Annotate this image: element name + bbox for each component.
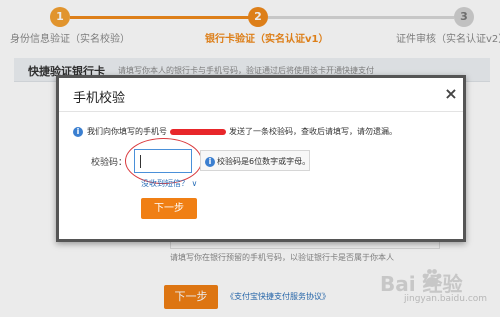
notice-prefix: 我们向你填写的手机号	[87, 127, 167, 136]
no-sms-link[interactable]: 没收到短信？ ∨	[141, 178, 197, 189]
info-icon: i	[205, 156, 215, 167]
no-sms-text: 没收到短信？	[141, 179, 189, 188]
modal-title: 手机校验	[73, 91, 126, 106]
page: 1 2 3 身份信息验证（实名校验） 银行卡验证（实名认证v1） 证件审核（实名…	[0, 0, 500, 317]
close-icon[interactable]: ×	[443, 84, 459, 103]
phone-verify-modal: 手机校验 × i 我们向你填写的手机号 发送了一条校验码，查收后请填写，请勿遗漏。 …	[56, 75, 466, 242]
notice-suffix: 发送了一条校验码，查收后请填写，请勿遗漏。	[229, 127, 397, 136]
text-caret	[140, 155, 141, 168]
info-icon: i	[73, 126, 83, 137]
code-format-tip: i 校验码是6位数字或字母。	[200, 150, 310, 171]
sms-sent-notice: i 我们向你填写的手机号 发送了一条校验码，查收后请填写，请勿遗漏。	[73, 121, 397, 137]
chevron-down-icon: ∨	[191, 179, 198, 188]
modal-divider	[59, 111, 463, 112]
code-format-tip-text: 校验码是6位数字或字母。	[217, 157, 311, 166]
verification-code-input[interactable]	[134, 149, 192, 173]
redacted-phone-mark	[170, 128, 226, 135]
modal-next-button[interactable]: 下一步	[141, 198, 197, 219]
code-label: 校验码：	[91, 158, 128, 168]
